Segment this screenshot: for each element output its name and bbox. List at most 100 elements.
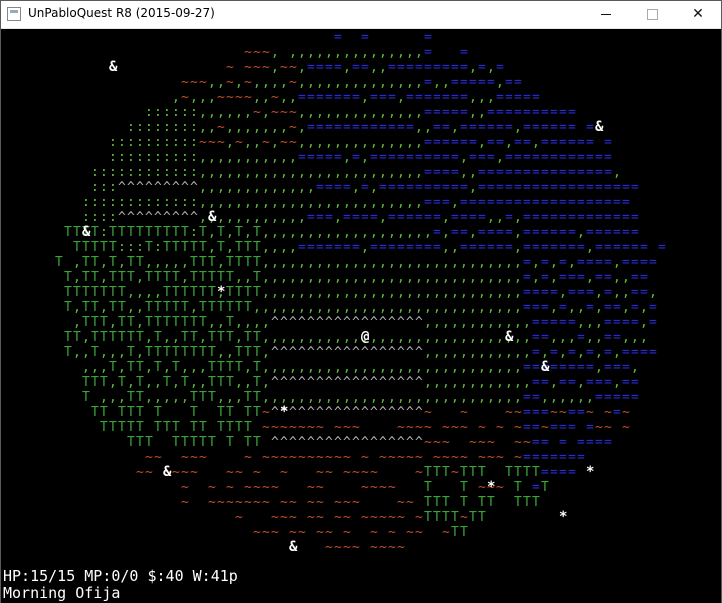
map-tile-water: = xyxy=(550,135,558,150)
map-tile-grass: , xyxy=(298,390,306,405)
map-tile-water: = xyxy=(541,270,549,285)
map-tile-grass: , xyxy=(379,225,387,240)
map-tile-grass: , xyxy=(451,330,459,345)
map-tile-water: = xyxy=(568,420,576,435)
map-tile-grass: , xyxy=(595,360,603,375)
map-tile-grass: , xyxy=(496,360,504,375)
map-tile-grass: , xyxy=(469,375,477,390)
map-tile-grass: , xyxy=(325,255,333,270)
map-tile-water: = xyxy=(559,180,567,195)
map-tile-forest: T xyxy=(154,270,162,285)
map-tile-hills: ~ xyxy=(217,135,225,150)
map-tile-hills: ~ xyxy=(460,420,468,435)
map-tile-brush: : xyxy=(136,135,144,150)
map-tile-grass: , xyxy=(397,105,405,120)
map-tile-grass: , xyxy=(118,345,126,360)
map-tile-grass: , xyxy=(514,330,522,345)
map-tile-water: = xyxy=(388,60,396,75)
map-tile-grass: , xyxy=(478,390,486,405)
map-tile-grass: , xyxy=(352,360,360,375)
map-tile-grass: , xyxy=(343,45,351,60)
map-tile-forest: T xyxy=(181,435,189,450)
map-tile-grass: , xyxy=(343,300,351,315)
map-tile-forest: T xyxy=(190,405,198,420)
map-tile-grass: , xyxy=(451,240,459,255)
map-tile-grass: , xyxy=(307,165,315,180)
map-tile-grass: , xyxy=(388,195,396,210)
map-tile-grass: , xyxy=(424,285,432,300)
map-tile-grass: , xyxy=(487,315,495,330)
map-tile-forest: T xyxy=(244,285,252,300)
maximize-button[interactable] xyxy=(629,1,675,28)
map-tile-grass: , xyxy=(397,90,405,105)
map-tile-brush: : xyxy=(127,150,135,165)
map-tile-forest: T xyxy=(460,465,468,480)
map-tile-forest: T xyxy=(235,360,243,375)
map-tile-water: = xyxy=(568,315,576,330)
map-tile-mountain: ^ xyxy=(298,435,306,450)
map-tile-grass: , xyxy=(388,300,396,315)
map-tile-hills: ~ xyxy=(262,405,270,420)
map-tile-water: = xyxy=(604,240,612,255)
map-tile-brush: : xyxy=(163,150,171,165)
map-tile-forest: T xyxy=(523,495,531,510)
map-tile-water: = xyxy=(658,240,666,255)
status-line-time-location: Morning Ofija xyxy=(3,584,121,602)
map-tile-grass: , xyxy=(406,300,414,315)
map-tile-water: = xyxy=(469,240,477,255)
map-tile-hills: ~ xyxy=(424,420,432,435)
map-tile-grass: , xyxy=(352,255,360,270)
map-tile-forest: T xyxy=(145,345,153,360)
map-tile-water: = xyxy=(442,120,450,135)
map-tile-brush: : xyxy=(181,150,189,165)
map-tile-grass: , xyxy=(469,330,477,345)
map-tile-water: = xyxy=(604,300,612,315)
map-tile-grass: , xyxy=(613,285,621,300)
map-tile-water: = xyxy=(514,105,522,120)
map-tile-water: = xyxy=(496,90,504,105)
map-tile-forest: T xyxy=(541,480,549,495)
map-tile-mountain: ^ xyxy=(325,345,333,360)
map-tile-grass: , xyxy=(514,360,522,375)
map-tile-forest: T xyxy=(442,465,450,480)
map-tile-grass: , xyxy=(379,105,387,120)
minimize-button[interactable] xyxy=(583,1,629,28)
map-tile-forest: T xyxy=(64,270,72,285)
map-tile-water: = xyxy=(640,285,648,300)
map-tile-grass: , xyxy=(442,315,450,330)
map-tile-brush: : xyxy=(100,225,108,240)
game-viewport[interactable]: = = = ~ ~ ~,,,,,,,,,,,,,,,, = = ~ ~ ~ ~, ~ ~, = = = =, = =,… xyxy=(1,29,721,603)
map-tile-forest: T xyxy=(226,360,234,375)
map-tile-water: = xyxy=(532,180,540,195)
map-tile-water: = xyxy=(532,285,540,300)
map-tile-water: = xyxy=(487,165,495,180)
map-tile-grass: , xyxy=(136,270,144,285)
map-tile-grass: , xyxy=(235,315,243,330)
map-tile-water: = xyxy=(451,105,459,120)
map-tile-forest: T xyxy=(172,360,180,375)
map-tile-grass: , xyxy=(100,360,108,375)
map-tile-grass: , xyxy=(271,165,279,180)
map-tile-water: = xyxy=(523,150,531,165)
map-tile-water: = xyxy=(604,285,612,300)
map-tile-water: = xyxy=(523,225,531,240)
map-tile-hills: ~ xyxy=(334,450,342,465)
map-tile-grass: , xyxy=(226,240,234,255)
map-tile-grass: , xyxy=(334,255,342,270)
map-tile-water: = xyxy=(622,240,630,255)
map-tile-water: = xyxy=(595,180,603,195)
map-tile-hills: ~ xyxy=(316,510,324,525)
map-tile-water: = xyxy=(406,60,414,75)
close-button[interactable]: ✕ xyxy=(675,1,721,28)
map-tile-grass: , xyxy=(451,390,459,405)
map-tile-water: = xyxy=(568,210,576,225)
map-tile-forest: T xyxy=(190,330,198,345)
map-tile-forest: T xyxy=(91,345,99,360)
map-tile-water: = xyxy=(586,210,594,225)
map-tile-grass: , xyxy=(469,60,477,75)
map-tile-grass: , xyxy=(289,255,297,270)
map-tile-hills: ~ xyxy=(181,495,189,510)
title-bar[interactable]: UnPabloQuest R8 (2015-09-27) ✕ xyxy=(1,1,721,29)
map-tile-brush: : xyxy=(118,150,126,165)
map-tile-hills: ~ xyxy=(316,420,324,435)
